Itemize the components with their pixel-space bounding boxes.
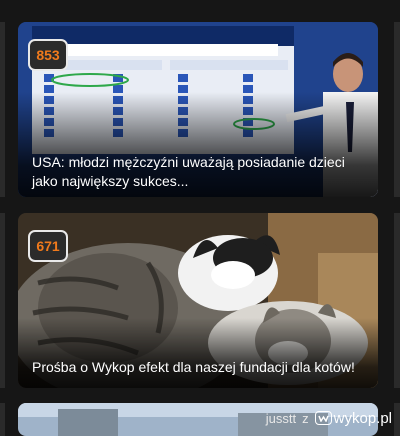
post-title[interactable]: Prośba o Wykop efekt dla naszej fundacji… (32, 358, 362, 377)
thumbnail-overlay (18, 318, 378, 388)
separator-text: z (302, 410, 309, 426)
post-card[interactable]: 671 Prośba o Wykop efekt dla naszej fund… (18, 213, 378, 388)
neighbor-card-edge (394, 213, 400, 388)
author-name: jusstt (265, 410, 297, 426)
brand-name: wykop.pl (333, 409, 392, 427)
brand: wykop.pl (314, 409, 392, 427)
watermark: jusstt z wykop.pl (0, 400, 400, 436)
vote-count-badge[interactable]: 853 (28, 39, 68, 71)
vote-count-badge[interactable]: 671 (28, 230, 68, 262)
neighbor-card-edge (0, 213, 5, 388)
post-card[interactable]: 853 USA: młodzi mężczyźni uważają posiad… (18, 22, 378, 197)
neighbor-card-edge (0, 22, 5, 197)
wykop-logo-icon (314, 411, 332, 425)
neighbor-card-edge (394, 22, 400, 197)
post-title[interactable]: USA: młodzi mężczyźni uważają posiadanie… (32, 153, 362, 191)
